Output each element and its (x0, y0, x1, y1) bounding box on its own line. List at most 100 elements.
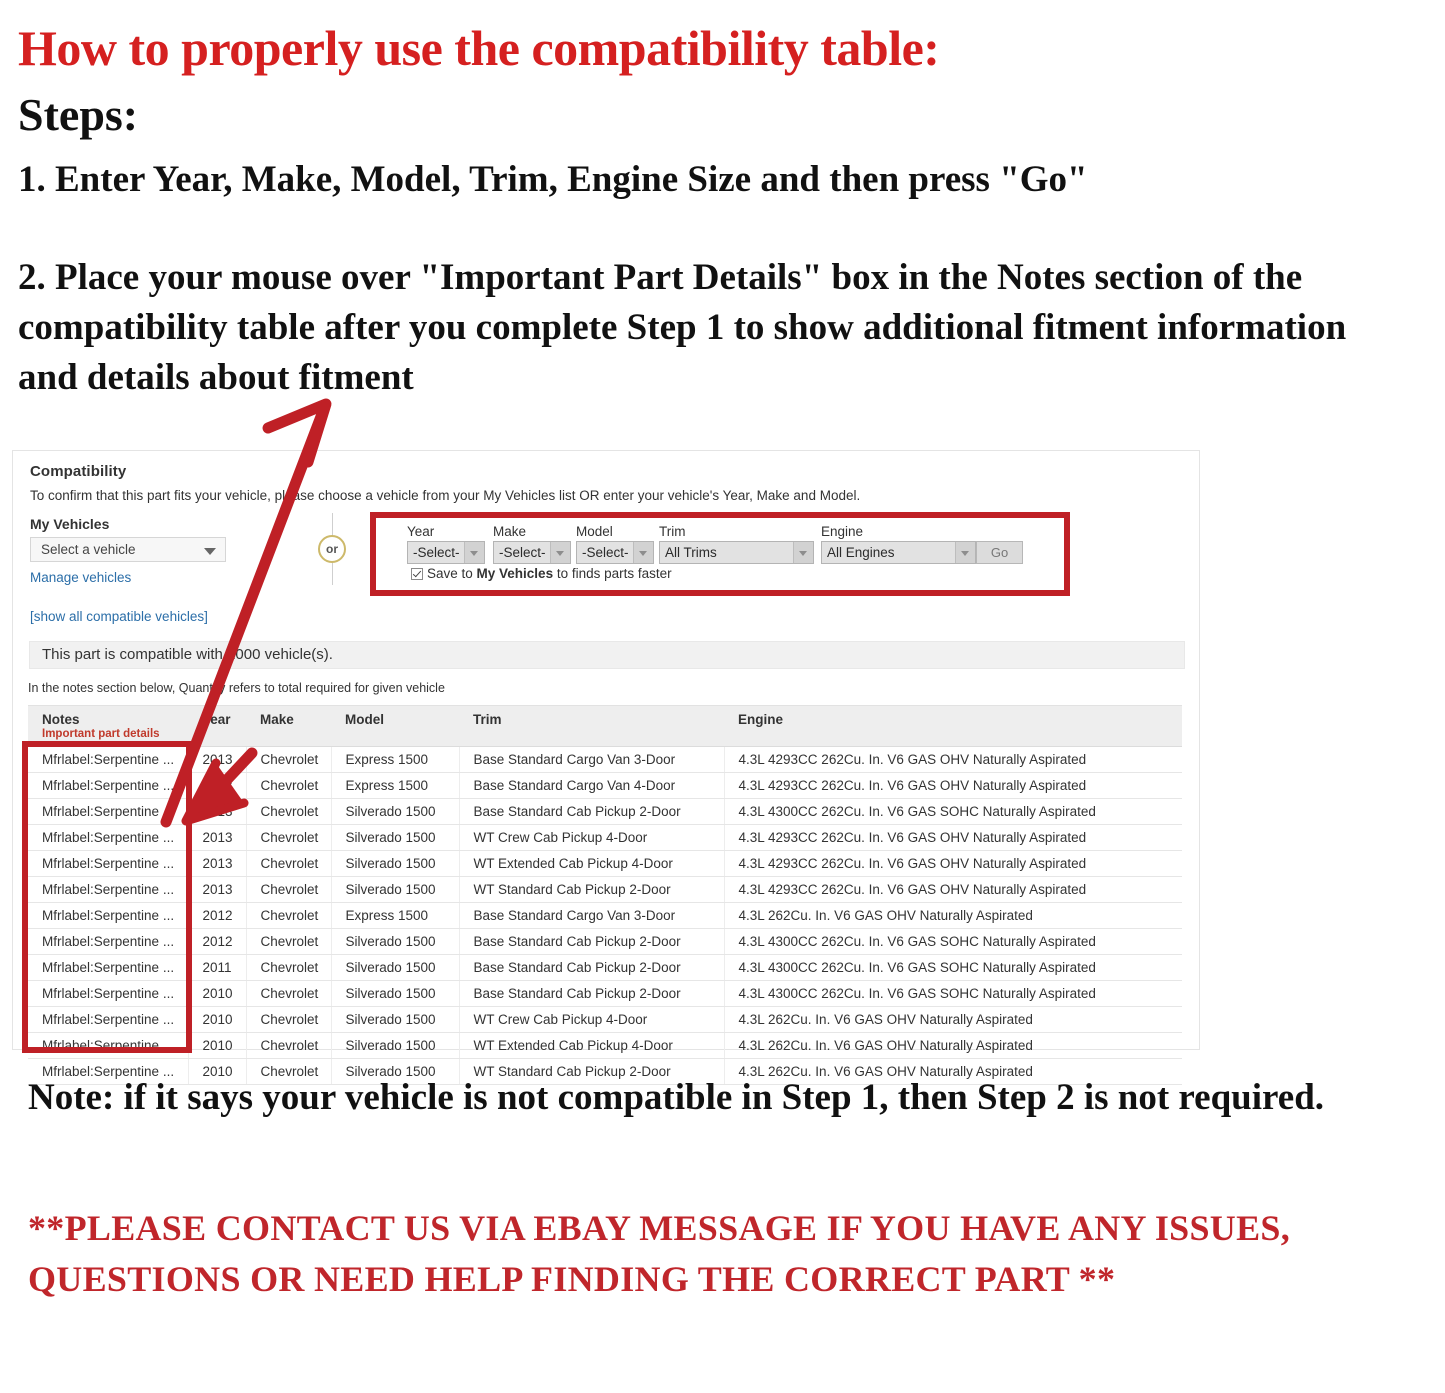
save-text-after: to finds parts faster (553, 566, 672, 581)
fitment-cell-make: Chevrolet (245, 824, 331, 851)
trim-select-value: All Trims (665, 545, 717, 560)
fitment-cell-make: Chevrolet (245, 954, 331, 981)
trim-label: Trim (659, 524, 686, 539)
fitment-cell-make: Chevrolet (245, 850, 331, 877)
fitment-cell-notes[interactable]: Mfrlabel:Serpentine ... (28, 772, 188, 799)
fitment-cell-engine: 4.3L 4293CC 262Cu. In. V6 GAS OHV Natura… (723, 850, 1182, 877)
fitment-cell-year: 2010 (187, 1032, 246, 1059)
fitment-cell-engine: 4.3L 262Cu. In. V6 GAS OHV Naturally Asp… (723, 1032, 1182, 1059)
trim-selector-group: Trim All Trims (659, 524, 814, 564)
fitment-cell-notes[interactable]: Mfrlabel:Serpentine ... (28, 824, 188, 851)
fitment-cell-engine: 4.3L 4300CC 262Cu. In. V6 GAS SOHC Natur… (723, 954, 1182, 981)
fitment-cell-make: Chevrolet (245, 902, 331, 929)
fitment-cell-make: Chevrolet (245, 1032, 331, 1059)
fitment-cell-notes[interactable]: Mfrlabel:Serpentine ... (28, 980, 188, 1007)
fitment-cell-engine: 4.3L 262Cu. In. V6 GAS OHV Naturally Asp… (723, 1006, 1182, 1033)
fitment-cell-model: Express 1500 (330, 746, 459, 773)
fitment-cell-year: 2011 (187, 954, 246, 981)
fitment-cell-trim: Base Standard Cab Pickup 2-Door (458, 798, 724, 825)
model-select[interactable]: -Select- (576, 541, 654, 564)
step-1-text: 1. Enter Year, Make, Model, Trim, Engine… (18, 158, 1088, 200)
note-step2-not-required: Note: if it says your vehicle is not com… (28, 1077, 1325, 1118)
engine-selector-group: Engine All Engines (821, 524, 976, 564)
fitment-cell-trim: WT Crew Cab Pickup 4-Door (458, 824, 724, 851)
save-text-before: Save to (427, 566, 477, 581)
chevron-down-icon (204, 548, 216, 555)
table-row: Mfrlabel:Serpentine ... 2010 Chevrolet Silv… (28, 980, 1182, 1007)
col-header-engine: Engine (724, 705, 1182, 747)
fitment-cell-year: 2010 (187, 1006, 246, 1033)
instructions-header: How to properly use the compatibility ta… (18, 0, 1418, 403)
fitment-cell-year: 2013 (187, 798, 246, 825)
col-header-notes-label: Notes (42, 712, 80, 727)
fitment-cell-notes[interactable]: Mfrlabel:Serpentine ... (28, 902, 188, 929)
step-2-text: 2. Place your mouse over "Important Part… (18, 256, 1347, 398)
save-to-my-vehicles-row: Save to My Vehicles to finds parts faste… (411, 566, 672, 581)
fitment-cell-year: 2013 (187, 746, 246, 773)
fitment-cell-notes[interactable]: Mfrlabel:Serpentine ... (28, 798, 188, 825)
make-label: Make (493, 524, 527, 539)
table-row: Mfrlabel:Serpentine ... 2013 Chevrolet Expr… (28, 746, 1182, 773)
notes-quantity-hint: In the notes section below, Quantity ref… (28, 681, 445, 695)
fitment-cell-make: Chevrolet (245, 980, 331, 1007)
fitment-cell-notes[interactable]: Mfrlabel:Serpentine ... (28, 954, 188, 981)
fitment-cell-engine: 4.3L 4300CC 262Cu. In. V6 GAS SOHC Natur… (723, 980, 1182, 1007)
fitment-cell-trim: Base Standard Cargo Van 3-Door (458, 902, 724, 929)
show-all-compatible-vehicles-link[interactable]: [show all compatible vehicles] (30, 609, 208, 624)
fitment-cell-notes[interactable]: Mfrlabel:Serpentine ... (28, 876, 188, 903)
manage-vehicles-link[interactable]: Manage vehicles (30, 570, 131, 585)
fitment-cell-trim: Base Standard Cab Pickup 2-Door (458, 980, 724, 1007)
engine-label: Engine (821, 524, 864, 539)
table-row: Mfrlabel:Serpentine ... 2013 Chevrolet Expr… (28, 772, 1182, 799)
trim-select[interactable]: All Trims (659, 541, 814, 564)
fitment-cell-make: Chevrolet (245, 1006, 331, 1033)
or-divider: or (318, 513, 348, 585)
table-row: Mfrlabel:Serpentine ... 2013 Chevrolet Silv… (28, 850, 1182, 877)
chevron-down-icon (955, 542, 975, 563)
year-select[interactable]: -Select- (407, 541, 485, 564)
fitment-cell-engine: 4.3L 262Cu. In. V6 GAS OHV Naturally Asp… (723, 902, 1182, 929)
engine-select[interactable]: All Engines (821, 541, 976, 564)
fitment-cell-year: 2010 (187, 980, 246, 1007)
fitment-cell-trim: WT Extended Cab Pickup 4-Door (458, 850, 724, 877)
fitment-cell-model: Silverado 1500 (330, 1006, 459, 1033)
fitment-cell-notes[interactable]: Mfrlabel:Serpentine ... (28, 850, 188, 877)
fitment-cell-model: Express 1500 (330, 902, 459, 929)
fitment-cell-notes[interactable]: Mfrlabel:Serpentine ... (28, 1032, 188, 1059)
compatibility-description: To confirm that this part fits your vehi… (30, 488, 861, 503)
save-to-my-vehicles-checkbox[interactable] (411, 568, 423, 580)
fitment-cell-model: Silverado 1500 (330, 850, 459, 877)
model-selector-group: Model -Select- (576, 524, 654, 564)
fitment-cell-model: Silverado 1500 (330, 954, 459, 981)
chevron-down-icon (464, 542, 484, 563)
fitment-table: Notes Important part details Year Make M… (28, 705, 1182, 1085)
go-button[interactable]: Go (976, 541, 1023, 564)
fitment-cell-engine: 4.3L 4293CC 262Cu. In. V6 GAS OHV Natura… (723, 824, 1182, 851)
table-row: Mfrlabel:Serpentine ... 2010 Chevrolet Silv… (28, 1006, 1182, 1033)
col-header-model: Model (331, 705, 459, 747)
col-header-notes-sublabel: Important part details (42, 728, 160, 740)
make-select[interactable]: -Select- (493, 541, 571, 564)
table-row: Mfrlabel:Serpentine ... 2013 Chevrolet Silv… (28, 798, 1182, 825)
col-header-trim: Trim (459, 705, 724, 747)
compatibility-heading: Compatibility (30, 463, 127, 480)
table-row: Mfrlabel:Serpentine ... 2011 Chevrolet Silv… (28, 954, 1182, 981)
table-row: Mfrlabel:Serpentine ... 2013 Chevrolet Silv… (28, 876, 1182, 903)
my-vehicles-select[interactable]: Select a vehicle (30, 537, 226, 562)
fitment-cell-year: 2013 (187, 876, 246, 903)
compatibility-count-banner: This part is compatible with 1000 vehicl… (29, 641, 1185, 669)
fitment-cell-notes[interactable]: Mfrlabel:Serpentine ... (28, 1006, 188, 1033)
fitment-cell-year: 2012 (187, 902, 246, 929)
fitment-table-body: Mfrlabel:Serpentine ... 2013 Chevrolet Expr… (28, 746, 1182, 1085)
fitment-cell-make: Chevrolet (245, 772, 331, 799)
fitment-cell-year: 2013 (187, 824, 246, 851)
col-header-year: Year (188, 705, 246, 747)
fitment-cell-model: Silverado 1500 (330, 824, 459, 851)
fitment-cell-notes[interactable]: Mfrlabel:Serpentine ... (28, 928, 188, 955)
fitment-cell-model: Silverado 1500 (330, 980, 459, 1007)
fitment-cell-year: 2013 (187, 850, 246, 877)
fitment-cell-engine: 4.3L 4293CC 262Cu. In. V6 GAS OHV Natura… (723, 876, 1182, 903)
fitment-cell-notes[interactable]: Mfrlabel:Serpentine ... (28, 746, 188, 773)
steps-label: Steps: (18, 88, 139, 140)
fitment-cell-make: Chevrolet (245, 746, 331, 773)
